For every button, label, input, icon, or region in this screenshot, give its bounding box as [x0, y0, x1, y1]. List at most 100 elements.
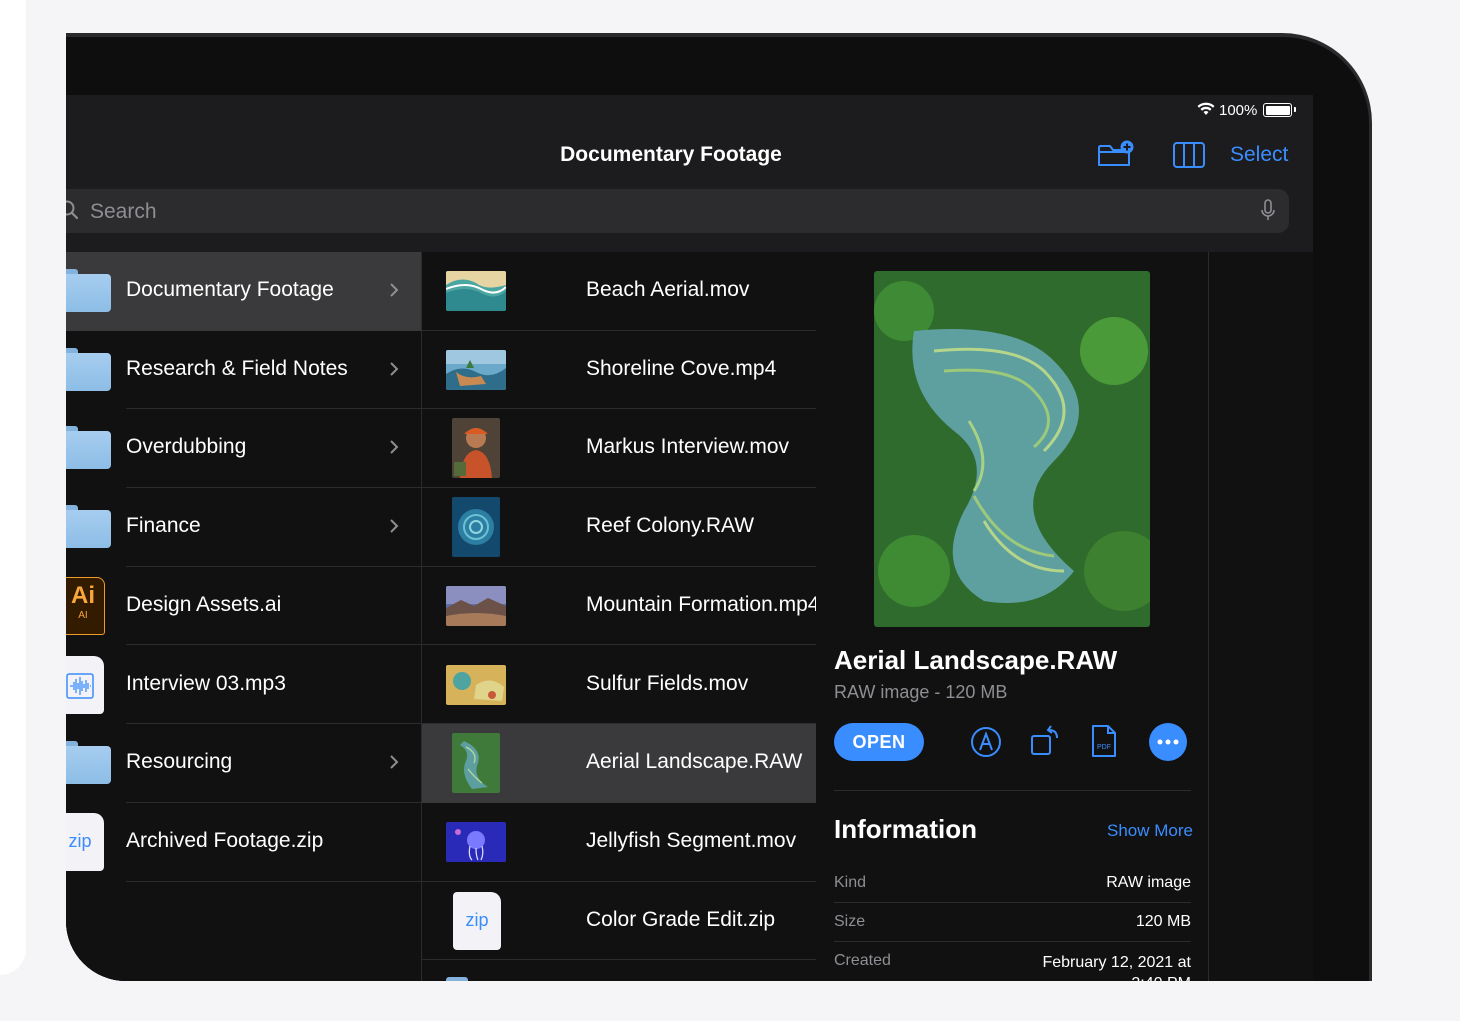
video-thumbnail: [446, 585, 506, 626]
battery-tip: [1294, 107, 1296, 112]
illustrator-file-icon: Ai AI: [66, 576, 105, 635]
info-key-kind: Kind: [834, 874, 867, 891]
chevron-right-icon: [390, 755, 399, 769]
folder-icon: [66, 505, 111, 549]
video-thumbnail: [446, 349, 506, 390]
device-bezel: 100% Documentary Footage Select Search D…: [66, 37, 1369, 981]
files-column: Beach Aerial.mov Shoreline Cove.mp4 Mark…: [421, 252, 817, 981]
battery-percentage: 100%: [1219, 102, 1258, 119]
file-row-shoreline-cove[interactable]: Shoreline Cove.mp4: [422, 331, 816, 410]
file-row-interview-03[interactable]: Interview 03.mp3: [66, 646, 421, 725]
detail-file-name: Aerial Landscape.RAW: [834, 645, 1118, 675]
image-thumbnail: [452, 733, 500, 794]
svg-text:PDF: PDF: [1097, 744, 1111, 751]
folder-row-research-field-notes[interactable]: Research & Field Notes: [66, 331, 421, 410]
row-label: Mountain Formation.mp4: [586, 592, 817, 616]
more-button[interactable]: [1149, 723, 1187, 761]
row-label: Markus Interview.mov: [586, 435, 790, 459]
row-label: Overdubbing: [126, 435, 247, 459]
file-row-sulfur-fields[interactable]: Sulfur Fields.mov: [422, 646, 816, 725]
row-label: Archived Footage.zip: [126, 828, 324, 852]
folder-row-finance[interactable]: Finance: [66, 488, 421, 567]
folder-icon: [446, 977, 501, 981]
open-button[interactable]: OPEN: [834, 723, 924, 761]
info-value-kind: RAW image: [1106, 874, 1191, 891]
search-input[interactable]: [88, 197, 1192, 227]
wifi-icon: [1197, 102, 1215, 115]
info-divider: [834, 902, 1191, 903]
row-label: Jellyfish Segment.mov: [586, 828, 797, 852]
row-label: Design Assets.ai: [126, 592, 282, 616]
row-label: Finance: [126, 514, 201, 538]
search-bar[interactable]: [66, 189, 1289, 233]
background-panel: [0, 0, 26, 975]
folder-icon: [66, 347, 111, 391]
battery-icon: [1263, 103, 1292, 117]
microphone-icon[interactable]: [1260, 199, 1276, 223]
file-preview-image: [874, 271, 1150, 627]
information-heading: Information: [834, 814, 977, 844]
audio-file-icon: [66, 655, 104, 714]
video-thumbnail: [446, 821, 506, 862]
row-label: Beach Aerial.mov: [586, 278, 750, 301]
file-row-markus-interview[interactable]: Markus Interview.mov: [422, 409, 816, 489]
files-app-screen: 100% Documentary Footage Select Search D…: [66, 95, 1313, 981]
row-label: Color Grade Edit.zip: [586, 907, 776, 931]
section-divider: [834, 790, 1191, 791]
video-thumbnail: [446, 664, 506, 705]
file-row-color-grade-edit[interactable]: zip Color Grade Edit.zip: [422, 882, 816, 961]
chevron-right-icon: [390, 361, 399, 376]
file-row-beach-aerial[interactable]: Beach Aerial.mov: [422, 252, 816, 331]
image-thumbnail: [452, 497, 500, 558]
folder-row-resourcing[interactable]: Resourcing: [66, 724, 421, 803]
new-folder-icon[interactable]: [1096, 139, 1134, 169]
video-thumbnail: [446, 271, 506, 311]
row-label: Aerial Landscape.RAW: [586, 750, 803, 774]
page-title: Documentary Footage: [560, 143, 782, 166]
rotate-icon[interactable]: [1029, 724, 1063, 758]
more-icon: [1157, 739, 1179, 745]
info-value-size: 120 MB: [1135, 913, 1191, 930]
folder-icon: [66, 426, 111, 470]
search-icon: [66, 200, 79, 220]
file-row-partial[interactable]: [422, 960, 816, 981]
row-label: Documentary Footage: [126, 278, 334, 301]
file-row-reef-colony[interactable]: Reef Colony.RAW: [422, 488, 816, 567]
status-bar: 100%: [66, 95, 1313, 127]
column-view-icon[interactable]: [1172, 141, 1206, 169]
chevron-right-icon: [390, 440, 399, 455]
info-value-created: February 12, 2021 at 2:40 PM: [1042, 954, 1191, 981]
zip-file-icon: zip: [453, 891, 501, 950]
file-row-aerial-landscape[interactable]: Aerial Landscape.RAW: [422, 724, 816, 803]
folder-icon: [66, 269, 111, 312]
row-label: Interview 03.mp3: [126, 671, 286, 695]
row-label: Resourcing: [126, 750, 233, 774]
chevron-right-icon: [390, 283, 399, 297]
ipad-frame: 100% Documentary Footage Select Search D…: [66, 33, 1372, 981]
zip-file-icon: zip: [66, 812, 104, 871]
row-label: Research & Field Notes: [126, 356, 348, 380]
detail-panel: Aerial Landscape.RAW RAW image - 120 MB …: [816, 252, 1209, 981]
markup-icon[interactable]: [970, 726, 1002, 758]
video-thumbnail: [452, 418, 500, 479]
info-divider: [834, 941, 1191, 942]
pdf-icon[interactable]: PDF: [1090, 724, 1118, 758]
folder-row-documentary-footage[interactable]: Documentary Footage: [66, 252, 421, 331]
folder-row-overdubbing[interactable]: Overdubbing: [66, 409, 421, 489]
select-button[interactable]: Select: [1230, 143, 1288, 167]
info-key-created: Created: [834, 952, 891, 969]
row-label: Sulfur Fields.mov: [586, 671, 749, 695]
row-label: Reef Colony.RAW: [586, 514, 755, 538]
file-row-mountain-formation[interactable]: Mountain Formation.mp4: [422, 567, 816, 646]
show-more-link[interactable]: Show More: [1107, 821, 1193, 841]
detail-file-subtitle: RAW image - 120 MB: [834, 682, 1008, 702]
navigation-bar: Documentary Footage Select: [66, 127, 1313, 252]
info-key-size: Size: [834, 913, 866, 930]
file-row-archived-footage[interactable]: zip Archived Footage.zip: [66, 803, 421, 882]
file-row-jellyfish-segment[interactable]: Jellyfish Segment.mov: [422, 803, 816, 882]
file-row-design-assets[interactable]: Ai AI Design Assets.ai: [66, 567, 421, 646]
folder-icon: [66, 741, 111, 785]
folders-column: Documentary Footage Research & Field Not…: [66, 252, 421, 981]
empty-column: [1209, 252, 1313, 981]
row-label: Shoreline Cove.mp4: [586, 356, 777, 380]
